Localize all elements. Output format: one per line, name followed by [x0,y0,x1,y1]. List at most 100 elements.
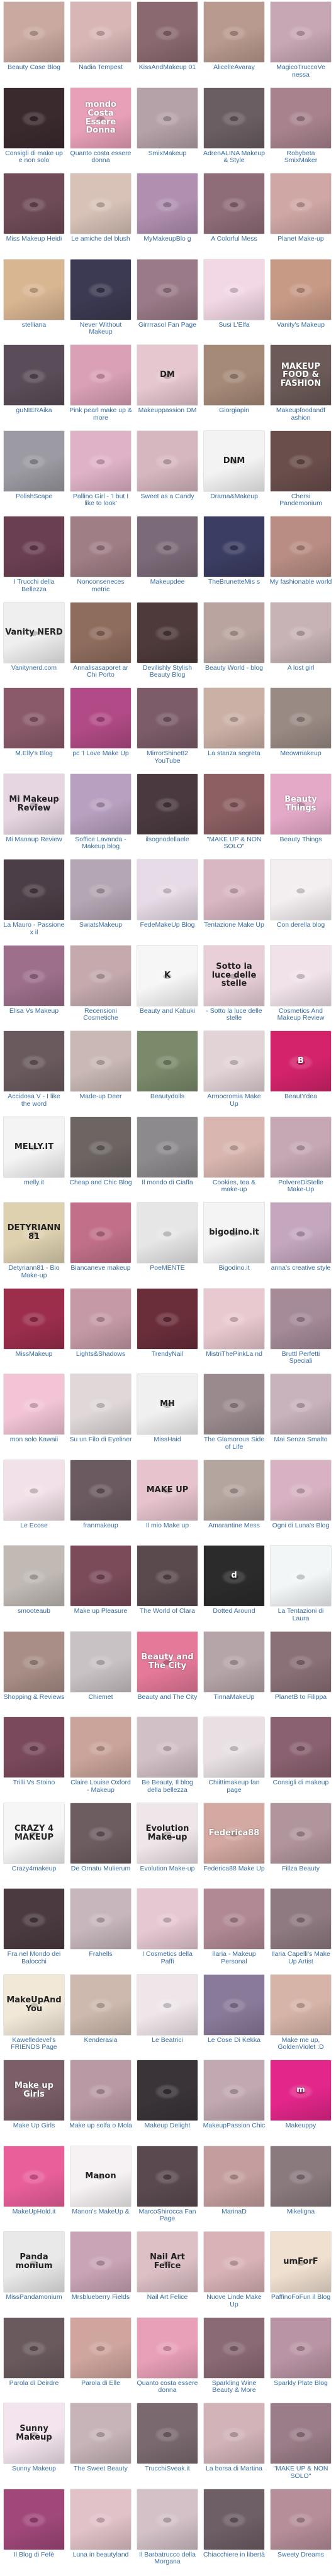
blog-name-link[interactable]: Kawelledevel's FRIENDS Page [3,2037,65,2051]
blog-tile[interactable]: Lights&Shadows [69,1287,133,1374]
blog-tile[interactable]: Chersi Pandemonium [269,430,333,516]
blog-tile[interactable]: smooteaub [2,1545,66,1631]
blog-tile[interactable]: franmakeup [69,1459,133,1546]
blog-tile[interactable]: Recensioni Cosmetiche [69,944,133,1031]
blog-name-link[interactable]: The World of Clara [136,1608,199,1615]
blog-name-link[interactable]: Quanto costa essere donna [136,2380,199,2394]
blog-thumbnail[interactable] [203,2060,265,2121]
blog-thumbnail[interactable]: Federica88 [203,1802,265,1864]
blog-tile[interactable]: Giorgiapin [202,344,266,430]
blog-thumbnail[interactable] [203,1,265,63]
blog-name-link[interactable]: Nail Art Felice [136,2294,199,2301]
blog-name-link[interactable]: Sparkly Plate Blog [269,2380,332,2388]
blog-name-link[interactable]: Beauty Case Blog [3,64,65,72]
blog-tile[interactable]: TrendyNail [135,1287,199,1374]
blog-name-link[interactable]: SmixMakeup [136,150,199,158]
blog-tile[interactable]: Chiemet [69,1630,133,1717]
blog-name-link[interactable]: Manon's MakeUp & [69,2208,132,2216]
blog-thumbnail[interactable]: DNM [203,430,265,492]
blog-tile[interactable]: Never Without Makeup [69,258,133,345]
blog-tile[interactable]: Consigli di make up e non solo [2,87,66,173]
blog-thumbnail[interactable] [203,1030,265,1092]
blog-thumbnail[interactable] [203,2231,265,2293]
blog-thumbnail[interactable] [3,1545,65,1607]
blog-thumbnail[interactable]: Beauty and The City [137,1630,198,1693]
blog-thumbnail[interactable] [270,87,332,149]
blog-tile[interactable]: Tentazione Make Up [202,859,266,945]
blog-name-link[interactable]: Girrrrasol Fan Page [136,322,199,329]
blog-thumbnail[interactable]: d [203,1545,265,1607]
blog-tile[interactable]: Makeup Delight [135,2060,199,2146]
blog-thumbnail[interactable] [70,1459,132,1521]
blog-name-link[interactable]: La Tentazioni di Laura [269,1608,332,1622]
blog-name-link[interactable]: Pink pearl make up & more [69,407,132,422]
blog-thumbnail[interactable]: bigodino.it [203,1202,265,1263]
blog-name-link[interactable]: Sweety Dreams [269,2551,332,2559]
blog-name-link[interactable]: Il mio Make up [136,1522,199,1530]
blog-tile[interactable]: Sparkly Plate Blog [269,2317,333,2403]
blog-thumbnail[interactable]: DETYRIANN81 [3,1202,65,1263]
blog-name-link[interactable]: Make Up Girls [3,2122,65,2130]
blog-name-link[interactable]: Robybeta SmixMaker [269,150,332,165]
blog-tile[interactable]: Beauty and The City Beauty and The City [135,1630,199,1717]
blog-thumbnail[interactable]: Panda monium [3,2231,65,2293]
blog-name-link[interactable]: Fillza Beauty [269,1865,332,1873]
blog-thumbnail[interactable] [70,687,132,749]
blog-thumbnail[interactable]: Mi Makeup Review [3,773,65,835]
blog-thumbnail[interactable] [3,1459,65,1521]
blog-name-link[interactable]: Chiemet [69,1694,132,1701]
blog-name-link[interactable]: Mi Manaup Review [3,836,65,844]
blog-name-link[interactable]: MarinaD [203,2208,266,2216]
blog-tile[interactable]: Nuove Linde Make Up [202,2231,266,2317]
blog-tile[interactable]: PoeMENTE [135,1202,199,1288]
blog-name-link[interactable]: stelliana [3,322,65,329]
blog-thumbnail[interactable] [3,2488,65,2550]
blog-thumbnail[interactable] [270,1,332,63]
blog-thumbnail[interactable] [70,944,132,1007]
blog-tile[interactable]: Cosmetics And Makeup Review [269,944,333,1031]
blog-name-link[interactable]: SwiatsMakeup [69,922,132,929]
blog-thumbnail[interactable] [203,2145,265,2207]
blog-thumbnail[interactable] [270,1802,332,1864]
blog-tile[interactable]: Frahells [69,1888,133,1974]
blog-thumbnail[interactable] [270,859,332,920]
blog-thumbnail[interactable] [70,1888,132,1950]
blog-tile[interactable]: Robybeta SmixMaker [269,87,333,173]
blog-name-link[interactable]: Elisa Vs Makeup [3,1008,65,1015]
blog-thumbnail[interactable] [70,859,132,920]
blog-thumbnail[interactable] [137,1287,198,1350]
blog-thumbnail[interactable] [203,2403,265,2464]
blog-thumbnail[interactable] [3,430,65,492]
blog-name-link[interactable]: pc 'I Love Make Up [69,750,132,758]
blog-tile[interactable]: A lost girl [269,601,333,688]
blog-thumbnail[interactable] [203,859,265,920]
blog-name-link[interactable]: Federica88 Make Up [203,1865,266,1873]
blog-tile[interactable]: La borsa di Martina [202,2403,266,2489]
blog-tile[interactable]: stelliana [2,258,66,345]
blog-thumbnail[interactable] [203,1888,265,1950]
blog-thumbnail[interactable] [270,516,332,577]
blog-tile[interactable]: MagicoTruccoVe nessa [269,1,333,87]
blog-tile[interactable]: anna's creative style [269,1202,333,1288]
blog-tile[interactable]: MAKE UP Il mio Make up [135,1459,199,1546]
blog-tile[interactable]: Make me up, GoldenViolet :D [269,1973,333,2060]
blog-tile[interactable]: CRAZY 4 MAKEUP Crazy4makeup [2,1802,66,1889]
blog-tile[interactable]: Ilaria Capelli's Make Up Artist [269,1888,333,1974]
blog-thumbnail[interactable]: K [137,944,198,1007]
blog-name-link[interactable]: Cookies, tea & make-up [203,1179,266,1194]
blog-thumbnail[interactable] [137,173,198,234]
blog-name-link[interactable]: Consigli di makeup [269,1779,332,1787]
blog-name-link[interactable]: I Cosmetics della Paffi [136,1951,199,1965]
blog-name-link[interactable]: franmakeup [69,1522,132,1530]
blog-name-link[interactable]: TinnaMakeUp [203,1694,266,1701]
blog-thumbnail[interactable] [137,601,198,663]
blog-name-link[interactable]: Su un Filo di Eyeliner [69,1436,132,1444]
blog-name-link[interactable]: - Sotto la luce delle stelle [203,1008,266,1022]
blog-name-link[interactable]: Beauty and Kabuki [136,1008,199,1015]
blog-name-link[interactable]: Luna in beautyland [69,2551,132,2559]
blog-thumbnail[interactable] [137,2403,198,2464]
blog-name-link[interactable]: Vanitynerd.com [3,665,65,672]
blog-tile[interactable]: MakeUpHold.it [2,2145,66,2232]
blog-thumbnail[interactable] [3,1888,65,1950]
blog-tile[interactable]: Nail Art Felice Nail Art Felice [135,2231,199,2317]
